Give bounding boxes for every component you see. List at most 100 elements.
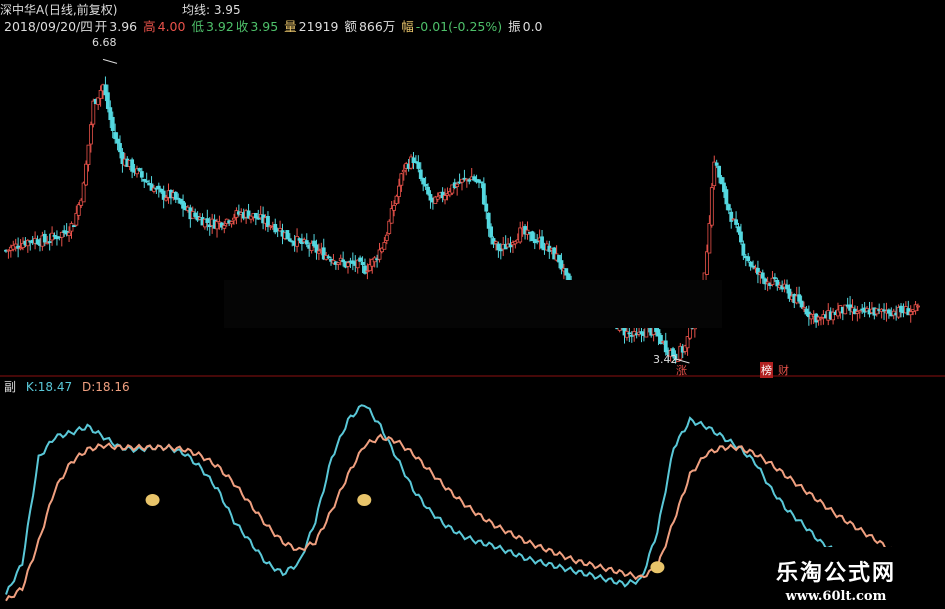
candle-body	[86, 144, 91, 165]
candle-body	[193, 212, 198, 217]
candle-body	[35, 239, 40, 245]
candle-body	[770, 277, 775, 286]
amount-value: 866万	[358, 19, 396, 34]
watermark: 乐淘公式网 www.60lt.com	[741, 547, 931, 609]
signal-dot	[357, 494, 372, 506]
chart-title: 深中华A(日线,前复权)	[0, 3, 118, 17]
signal-dot	[145, 494, 160, 506]
candle-body	[435, 196, 440, 200]
candle-body	[42, 233, 47, 243]
candle-body	[69, 223, 74, 232]
candle-body	[916, 305, 920, 308]
candle-body	[394, 195, 399, 204]
low-label: 低	[191, 19, 204, 34]
candle-body	[748, 261, 753, 267]
candle-body	[76, 204, 81, 216]
candle-body	[316, 250, 321, 254]
panel-label: 副	[4, 380, 17, 394]
open-value: 3.96	[109, 19, 138, 34]
low-price-mark: 3.42	[653, 353, 678, 366]
candle-body	[266, 216, 270, 228]
candle-body	[137, 168, 142, 171]
candle-body	[232, 217, 236, 221]
candle-body	[358, 257, 363, 262]
candle-body	[857, 310, 862, 313]
mask-block-middle	[224, 280, 722, 328]
candle-body	[346, 262, 350, 267]
close-label: 收	[235, 19, 249, 34]
candle-body	[96, 97, 101, 105]
candle-body	[115, 138, 120, 144]
candle-body	[84, 163, 88, 186]
d-value: 18.16	[95, 380, 130, 394]
candle-body	[389, 208, 394, 224]
amount-label: 额	[344, 19, 357, 34]
candle-body	[724, 189, 729, 205]
candle-body	[709, 187, 714, 226]
candle-body	[714, 162, 719, 166]
high-pointer	[102, 58, 118, 64]
candle-body	[627, 332, 632, 335]
candle-body	[88, 124, 93, 145]
candle-body	[113, 132, 118, 140]
candle-body	[59, 231, 64, 238]
candle-body	[392, 205, 396, 211]
k-label: K:	[25, 380, 38, 394]
candle-body	[91, 100, 96, 125]
marker-bang: 榜	[760, 362, 773, 378]
high-price-mark: 6.68	[92, 36, 117, 49]
marker-cai: 财	[778, 364, 789, 377]
candle-body	[460, 178, 464, 183]
volume-label: 量	[284, 19, 297, 34]
candle-body	[139, 171, 144, 178]
candle-body	[908, 311, 913, 316]
candle-body	[52, 234, 57, 237]
candle-body	[418, 169, 423, 179]
candle-body	[67, 232, 71, 236]
marker-zhang: 涨	[676, 364, 687, 377]
candle-body	[785, 284, 789, 290]
candle-body	[760, 272, 765, 279]
candle-body	[229, 221, 234, 225]
candle-body	[481, 183, 486, 205]
ohlc-row: 2018/09/20/四开 3.96 高 4.00 低 3.92 收 3.95 量 2191…	[4, 16, 545, 35]
candle-body	[285, 230, 290, 240]
candle-body	[164, 197, 168, 201]
candle-body	[746, 256, 751, 262]
date-label: 2018/09/20/四	[4, 19, 93, 34]
candle-body	[336, 262, 341, 265]
candle-body	[467, 179, 472, 182]
candle-body	[399, 173, 404, 186]
high-value: 4.00	[157, 19, 186, 34]
candle-body	[118, 143, 122, 153]
candle-body	[479, 181, 484, 184]
candle-body	[304, 240, 309, 245]
candle-body	[98, 89, 103, 99]
candle-body	[518, 227, 523, 243]
high-label: 高	[143, 19, 156, 34]
close-value: 3.95	[250, 19, 279, 34]
candle-body	[443, 195, 447, 201]
candle-body	[384, 234, 389, 241]
candle-body	[47, 241, 52, 243]
candle-body	[156, 185, 161, 190]
mask-block-top-right	[534, 31, 945, 140]
candle-body	[772, 277, 777, 279]
candle-body	[707, 223, 712, 254]
candle-body	[484, 203, 489, 212]
candle-body	[287, 238, 292, 242]
candle-body	[717, 165, 722, 178]
k-value: 18.47	[37, 380, 73, 394]
candle-body	[799, 300, 804, 308]
candle-body	[819, 317, 823, 320]
change-value: -0.01(-0.25%)	[415, 19, 503, 34]
candle-body	[363, 265, 367, 274]
candle-body	[72, 225, 76, 228]
candle-body	[494, 241, 498, 245]
candle-body	[360, 261, 365, 266]
candle-body	[397, 185, 401, 197]
candle-body	[625, 331, 629, 338]
candle-body	[705, 251, 709, 275]
candle-body	[736, 226, 741, 233]
candle-body	[105, 92, 110, 109]
